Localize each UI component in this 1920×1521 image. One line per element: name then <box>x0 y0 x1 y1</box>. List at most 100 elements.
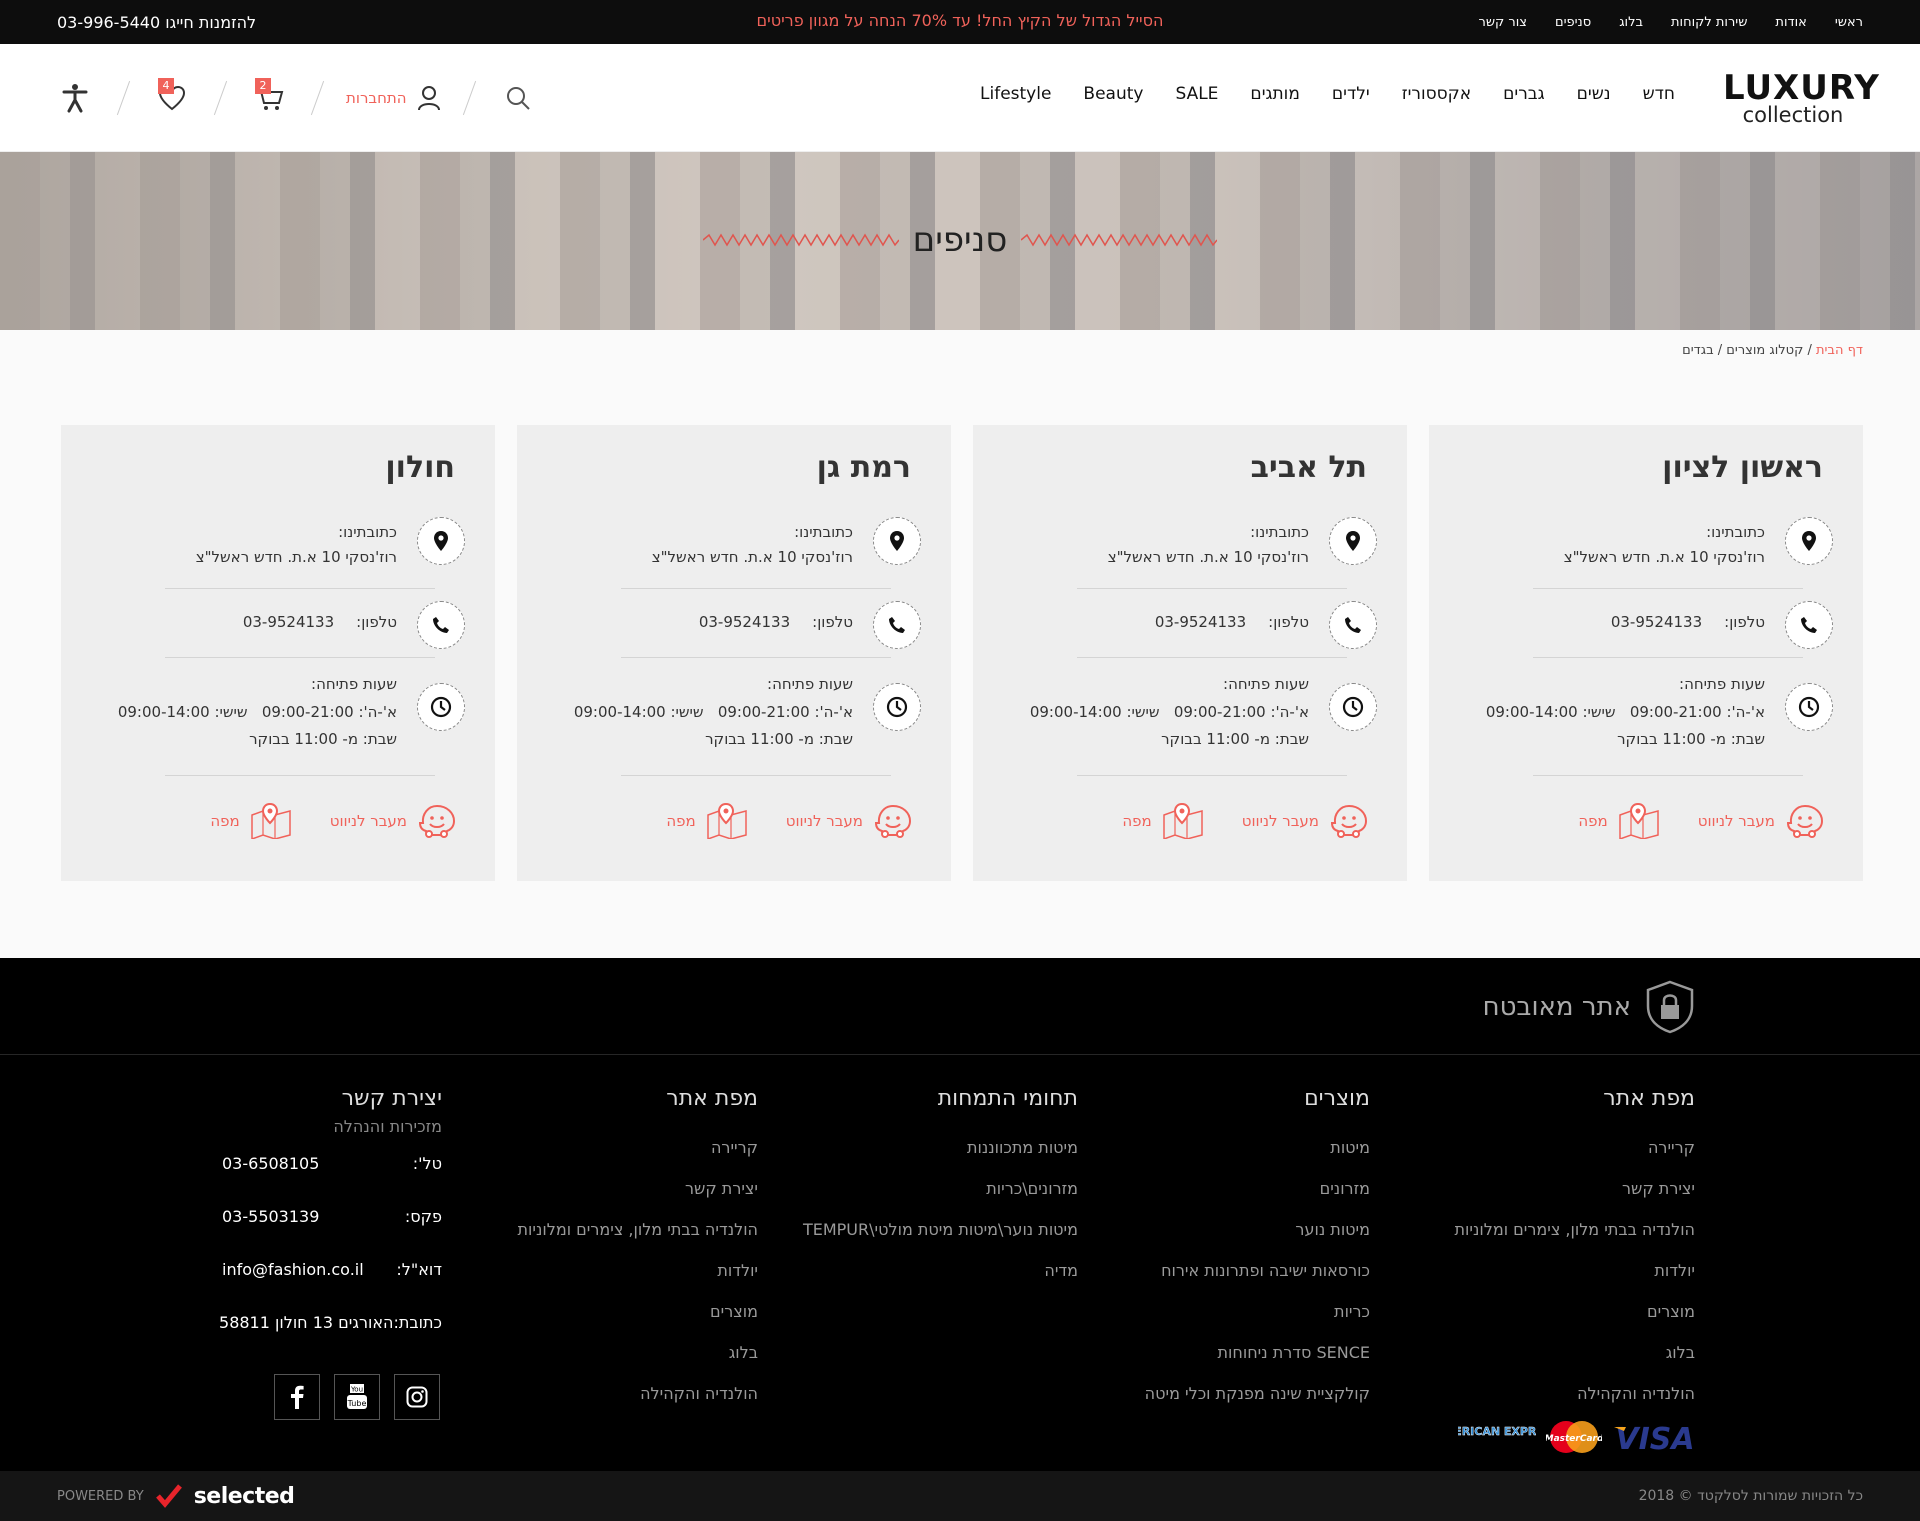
top-link-service[interactable]: שירות לקוחות <box>1671 15 1747 30</box>
footer-link[interactable]: מזרונים <box>1145 1168 1370 1209</box>
footer-link[interactable]: קריירה <box>1455 1127 1695 1168</box>
search-icon[interactable] <box>498 78 538 118</box>
shield-lock-icon <box>1646 980 1694 1034</box>
footer-link[interactable]: קולקציית שינה מפנקת וכלי מיטה <box>1145 1373 1370 1414</box>
address-label: כתובתינו: <box>1706 523 1765 541</box>
footer-link[interactable]: יצירת קשר <box>1455 1168 1695 1209</box>
nav-men[interactable]: גברים <box>1503 84 1545 104</box>
top-link-home[interactable]: ראשי <box>1835 15 1863 30</box>
youtube-icon[interactable]: Tube You <box>334 1374 380 1420</box>
footer-link[interactable]: מוצרים <box>1455 1291 1695 1332</box>
visa-label: VISA <box>1615 1422 1694 1453</box>
phone-value[interactable]: 03-9524133 <box>1155 613 1246 631</box>
top-link-about[interactable]: אודות <box>1775 15 1806 30</box>
phone-value[interactable]: 03-9524133 <box>1611 613 1702 631</box>
contact-address-label: כתובת: <box>393 1313 443 1332</box>
footer-link[interactable]: מזרונים\כריות <box>803 1168 1078 1209</box>
nav-lifestyle[interactable]: Lifestyle <box>980 84 1051 104</box>
map-button[interactable]: מפה <box>666 803 747 839</box>
footer-link[interactable]: יולדות <box>518 1250 758 1291</box>
footer-link[interactable]: קריירה <box>518 1127 758 1168</box>
contact-tel-label: טל': <box>412 1154 442 1173</box>
breadcrumb-home[interactable]: דף הבית <box>1816 343 1863 358</box>
site-footer: אתר מאובטח מפת אתר קריירה יצירת קשר הולנ… <box>0 958 1920 1521</box>
footer-link[interactable]: הולנדיה בבתי מלון, צימרים ומלוניות <box>1455 1209 1695 1250</box>
phone-value[interactable]: 03-9524133 <box>699 613 790 631</box>
branch-address-row: כתובתינו: רוז'נסקי 10 א.ת. חדש ראשל"צ <box>601 517 921 577</box>
secure-site-label: אתר מאובטח <box>1482 992 1631 1022</box>
login-button[interactable]: התחברות <box>346 85 441 111</box>
footer-link[interactable]: הולנדיה והקהילה <box>1455 1373 1695 1414</box>
footer-col-title: תחומי התמחות <box>937 1086 1078 1111</box>
waze-navigate-button[interactable]: מעבר לניווט <box>786 803 913 839</box>
order-phone-number[interactable]: 03-996-5440 <box>57 13 160 32</box>
phone-value[interactable]: 03-9524133 <box>243 613 334 631</box>
nav-sale[interactable]: SALE <box>1175 84 1218 104</box>
footer-link[interactable]: מיטות נוער <box>1145 1209 1370 1250</box>
waze-navigate-button[interactable]: מעבר לניווט <box>1698 803 1825 839</box>
selected-logo-icon <box>155 1484 182 1508</box>
hours-saturday: שבת: מ- 11:00 בבוקר <box>705 730 853 748</box>
payment-methods: AMERICAN EXPRESS MasterCard VISA <box>1458 1420 1698 1454</box>
branch-actions: מעבר לניווט מפה <box>666 803 913 839</box>
nav-beauty[interactable]: Beauty <box>1083 84 1143 104</box>
footer-col-sitemap-2: מפת אתר קריירה יצירת קשר הולנדיה בבתי מל… <box>518 1086 758 1414</box>
hours-saturday: שבת: מ- 11:00 בבוקר <box>249 730 397 748</box>
zigzag-ornament <box>702 233 899 247</box>
nav-women[interactable]: נשים <box>1577 84 1611 104</box>
branch-phone-row: טלפון: 03-9524133 <box>601 601 921 649</box>
footer-contact: יצירת קשר מזכירות והנהלה טל': 03-6508105… <box>219 1086 443 1332</box>
nav-brands[interactable]: מותגים <box>1250 84 1299 104</box>
address-label: כתובתינו: <box>338 523 397 541</box>
top-link-blog[interactable]: בלוג <box>1619 15 1643 30</box>
footer-link[interactable]: הולנדיה והקהילה <box>518 1373 758 1414</box>
map-button[interactable]: מפה <box>1578 803 1659 839</box>
footer-link[interactable]: מוצרים <box>518 1291 758 1332</box>
top-link-contact[interactable]: צור קשר <box>1478 15 1527 30</box>
breadcrumb-catalog[interactable]: קטלוג מוצרים <box>1726 343 1803 358</box>
nav-kids[interactable]: ילדים <box>1332 84 1370 104</box>
footer-link[interactable]: יצירת קשר <box>518 1168 758 1209</box>
footer-link[interactable]: כורסאות ישיבה ופתרונות אירוח <box>1145 1250 1370 1291</box>
svg-text:You: You <box>350 1386 363 1394</box>
waze-navigate-button[interactable]: מעבר לניווט <box>1242 803 1369 839</box>
footer-link[interactable]: SENCE סדרת ניחוחות <box>1145 1332 1370 1373</box>
phone-icon <box>1785 601 1833 649</box>
footer-link[interactable]: הולנדיה בבתי מלון, צימרים ומלוניות <box>518 1209 758 1250</box>
accessibility-icon[interactable] <box>55 78 95 118</box>
facebook-icon[interactable] <box>274 1374 320 1420</box>
nav-accessories[interactable]: אקססוריז <box>1402 84 1471 104</box>
footer-link[interactable]: כריות <box>1145 1291 1370 1332</box>
contact-email-label: דוא"ל: <box>396 1260 442 1279</box>
branch-card: ראשון לציון כתובתינו: רוז'נסקי 10 א.ת. ח… <box>1429 425 1863 881</box>
breadcrumb-separator: / <box>1713 343 1727 358</box>
wishlist-icon[interactable]: 4 <box>152 78 192 118</box>
footer-link[interactable]: בלוג <box>518 1332 758 1373</box>
footer-col-products: מוצרים מיטות מזרונים מיטות נוער כורסאות … <box>1145 1086 1370 1414</box>
waze-navigate-button[interactable]: מעבר לניווט <box>330 803 457 839</box>
contact-tel-value[interactable]: 03-6508105 <box>222 1154 319 1173</box>
address-label: כתובתינו: <box>1250 523 1309 541</box>
top-link-branches[interactable]: סניפים <box>1555 15 1591 30</box>
footer-link[interactable]: מיטות <box>1145 1127 1370 1168</box>
contact-email-value[interactable]: info@fashion.co.il <box>222 1260 364 1279</box>
contact-fax-value: 03-5503139 <box>222 1207 320 1226</box>
instagram-icon[interactable] <box>394 1374 440 1420</box>
branch-phone-row: טלפון: 03-9524133 <box>1513 601 1833 649</box>
footer-link[interactable]: מיטות נוער\מיטות מיטת מולטי\TEMPUR <box>803 1209 1078 1250</box>
map-button[interactable]: מפה <box>1122 803 1203 839</box>
footer-link[interactable]: מיטות מתכווננות <box>803 1127 1078 1168</box>
divider <box>165 775 435 776</box>
contact-fax-label: פקס: <box>404 1207 442 1226</box>
map-button[interactable]: מפה <box>210 803 291 839</box>
logo[interactable]: LUXURY collection <box>1723 71 1879 126</box>
top-links: ראשי אודות שירות לקוחות בלוג סניפים צור … <box>1478 15 1863 30</box>
branch-hours-row: שעות פתיחה: א'-ה': 09:00-21:00 שישי: 09:… <box>1486 675 1833 765</box>
breadcrumb: דף הבית / קטלוג מוצרים / בגדים <box>1682 343 1863 358</box>
footer-link[interactable]: מדיה <box>803 1250 1078 1291</box>
cart-icon[interactable]: 2 <box>249 78 289 118</box>
footer-link[interactable]: בלוג <box>1455 1332 1695 1373</box>
nav-new[interactable]: חדש <box>1643 84 1675 104</box>
powered-by[interactable]: POWERED BY selected <box>57 1484 295 1509</box>
footer-link[interactable]: יולדות <box>1455 1250 1695 1291</box>
